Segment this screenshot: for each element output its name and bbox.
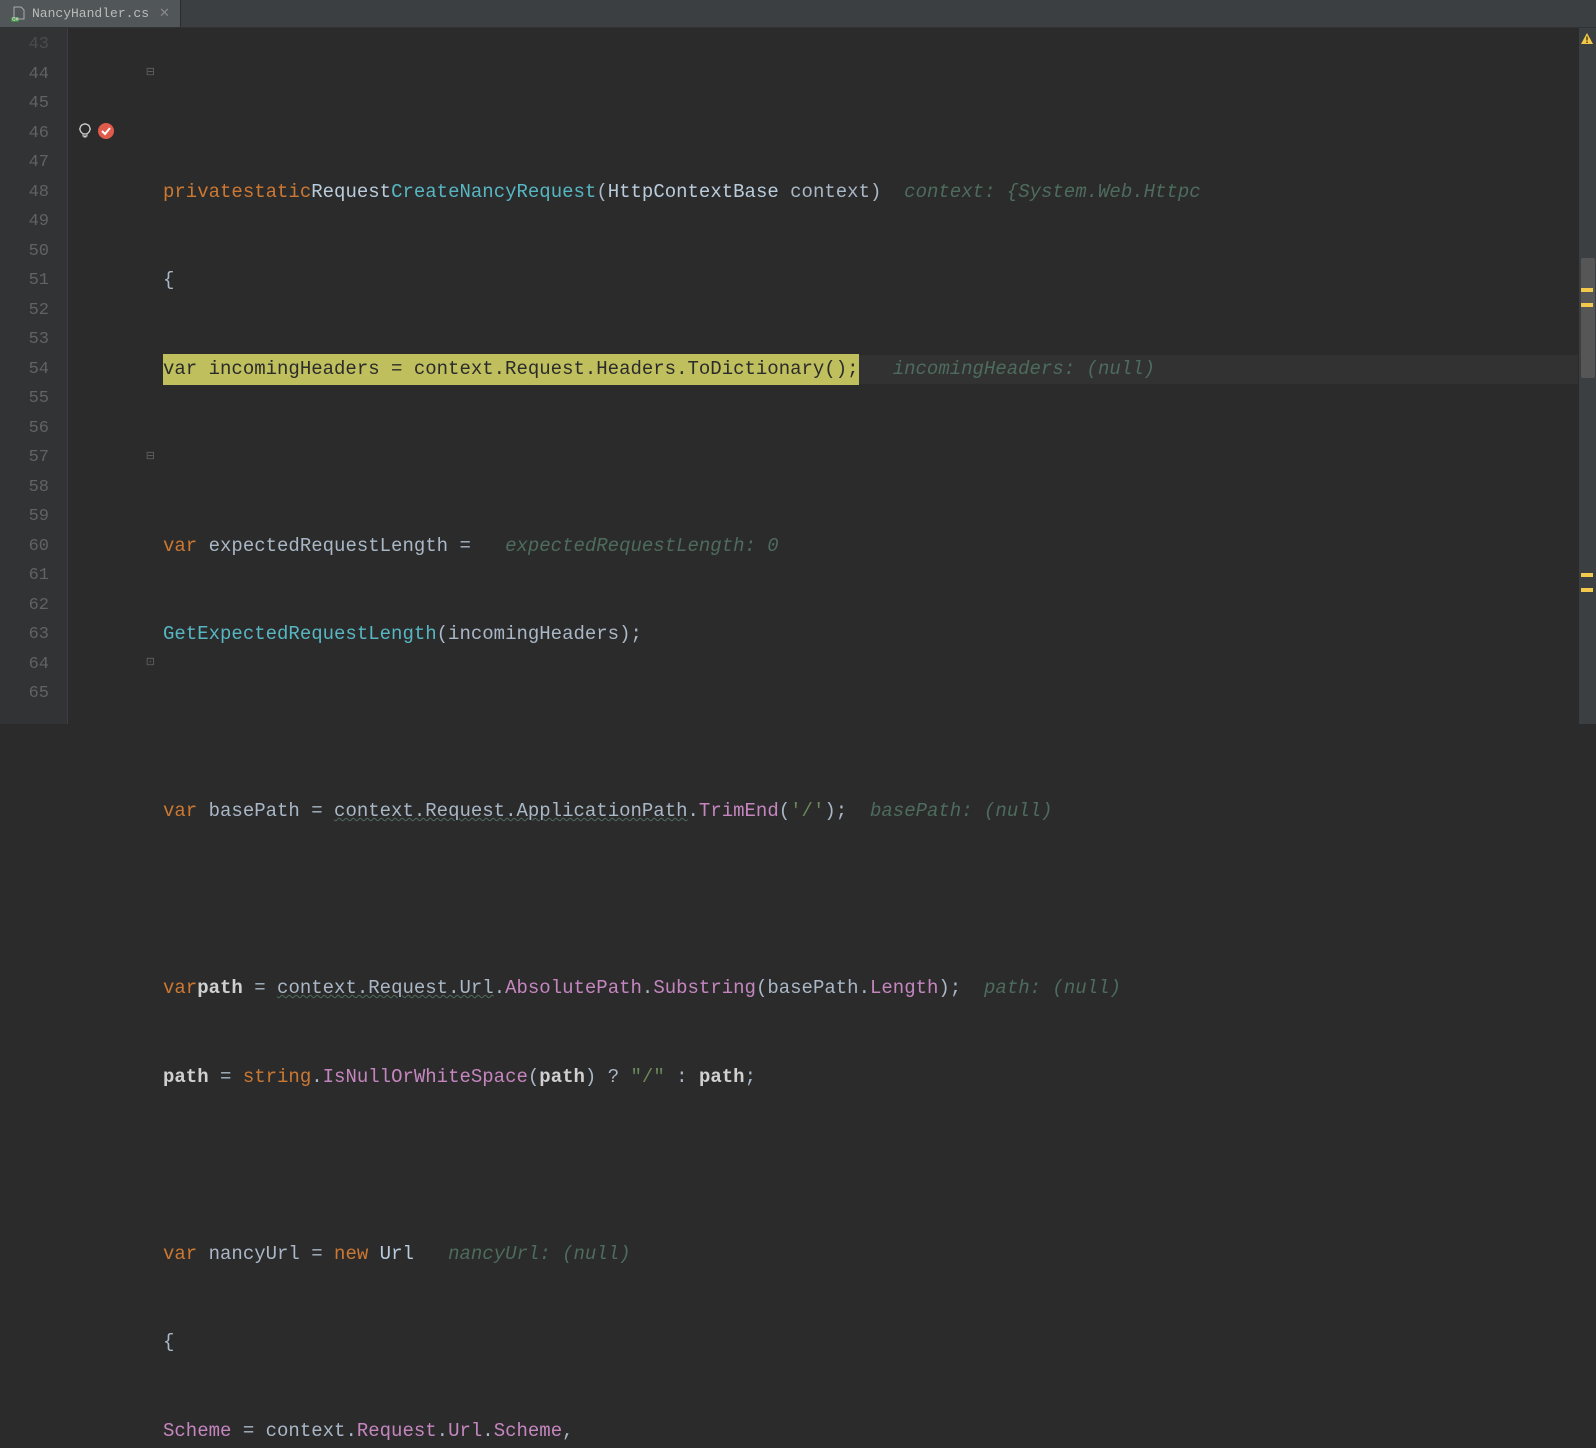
code-line[interactable]: private static Request CreateNancyReques… [163, 178, 1578, 208]
tab-filename: NancyHandler.cs [32, 6, 149, 21]
tab-bar: C# NancyHandler.cs ✕ [0, 0, 1596, 28]
inline-hint: path: (null) [961, 974, 1121, 1004]
line-number[interactable]: 46 [0, 119, 67, 149]
scroll-marker [1581, 288, 1593, 292]
line-number[interactable]: 45 [0, 89, 67, 119]
line-number[interactable]: 52 [0, 296, 67, 326]
line-number[interactable]: 54 [0, 355, 67, 385]
line-number[interactable]: 64 [0, 650, 67, 680]
warning-icon[interactable] [1580, 32, 1594, 46]
line-number[interactable]: 47 [0, 148, 67, 178]
code-line-current[interactable]: var incomingHeaders = context.Request.He… [163, 355, 1578, 385]
code-line[interactable]: path = string.IsNullOrWhiteSpace(path) ?… [163, 1063, 1578, 1093]
gutter-icons: ⊟ ⊟ ⊡ [68, 28, 163, 724]
fold-end-icon[interactable]: ⊡ [146, 655, 155, 669]
line-number[interactable]: 60 [0, 532, 67, 562]
line-number[interactable]: 50 [0, 237, 67, 267]
line-number[interactable]: 51 [0, 266, 67, 296]
file-tab[interactable]: C# NancyHandler.cs ✕ [0, 0, 181, 27]
execution-point-icon[interactable] [97, 122, 115, 140]
editor: 43 44 45 46 47 48 49 50 51 52 53 54 55 5… [0, 28, 1596, 724]
scroll-marker [1581, 573, 1593, 577]
line-number[interactable]: 49 [0, 207, 67, 237]
line-number[interactable]: 53 [0, 325, 67, 355]
line-number[interactable]: 62 [0, 591, 67, 621]
fold-icon[interactable]: ⊟ [146, 65, 155, 79]
inline-hint: expectedRequestLength: 0 [482, 532, 778, 562]
inline-hint: basePath: (null) [847, 797, 1052, 827]
inline-hint: incomingHeaders: (null) [859, 355, 1155, 385]
line-number[interactable]: 57 [0, 443, 67, 473]
execution-highlight: var incomingHeaders = context.Request.He… [163, 354, 859, 386]
vertical-scrollbar[interactable] [1578, 28, 1596, 724]
line-number[interactable]: 58 [0, 473, 67, 503]
line-number[interactable]: 56 [0, 414, 67, 444]
line-number[interactable]: 44 [0, 60, 67, 90]
close-icon[interactable]: ✕ [159, 6, 170, 21]
code-line[interactable]: var path = context.Request.Url.AbsoluteP… [163, 974, 1578, 1004]
inline-hint: nancyUrl: (null) [414, 1240, 631, 1270]
code-line[interactable]: { [163, 266, 1578, 296]
line-number[interactable]: 48 [0, 178, 67, 208]
code-area[interactable]: private static Request CreateNancyReques… [163, 28, 1578, 724]
lightbulb-icon[interactable] [76, 122, 94, 140]
scrollbar-thumb[interactable] [1581, 258, 1595, 378]
scroll-marker [1581, 588, 1593, 592]
csharp-file-icon: C# [10, 6, 26, 22]
line-number[interactable]: 43 [0, 30, 67, 60]
line-number[interactable]: 59 [0, 502, 67, 532]
line-number[interactable]: 61 [0, 561, 67, 591]
line-number[interactable]: 55 [0, 384, 67, 414]
code-line[interactable]: var expectedRequestLength = expectedRequ… [163, 532, 1578, 562]
code-line[interactable]: var nancyUrl = new Url nancyUrl: (null) [163, 1240, 1578, 1270]
line-number[interactable]: 63 [0, 620, 67, 650]
line-number-gutter: 43 44 45 46 47 48 49 50 51 52 53 54 55 5… [0, 28, 68, 724]
code-line[interactable]: Scheme = context.Request.Url.Scheme, [163, 1417, 1578, 1447]
code-line[interactable]: { [163, 1328, 1578, 1358]
fold-icon[interactable]: ⊟ [146, 449, 155, 463]
code-line[interactable]: GetExpectedRequestLength(incomingHeaders… [163, 620, 1578, 650]
scroll-marker [1581, 303, 1593, 307]
line-number[interactable]: 65 [0, 679, 67, 709]
code-line[interactable]: var basePath = context.Request.Applicati… [163, 797, 1578, 827]
